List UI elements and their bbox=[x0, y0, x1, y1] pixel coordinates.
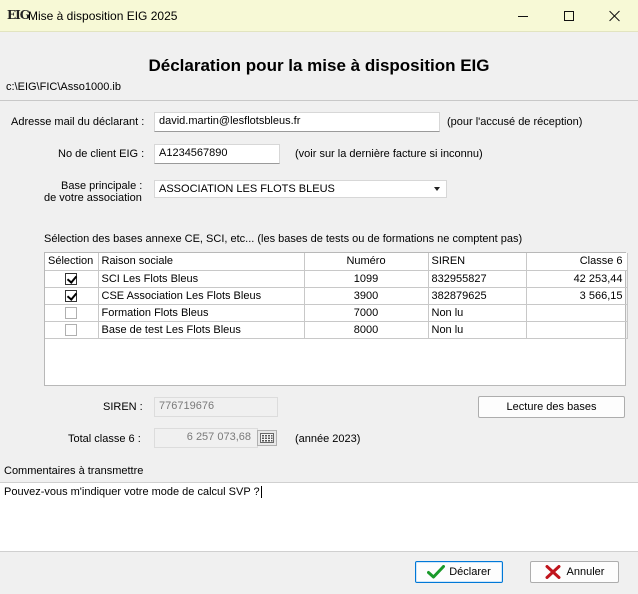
comments-label: Commentaires à transmettre bbox=[4, 465, 144, 477]
base-select[interactable]: ASSOCIATION LES FLOTS BLEUS bbox=[154, 180, 447, 198]
annex-table[interactable]: Sélection Raison sociale Numéro SIREN Cl… bbox=[44, 252, 628, 386]
siren-field: 776719676 bbox=[154, 397, 278, 417]
email-field[interactable]: david.martin@lesflotsbleus.fr bbox=[154, 112, 440, 132]
row-selection-cell[interactable] bbox=[45, 270, 99, 288]
cancel-button[interactable]: Annuler bbox=[530, 561, 619, 583]
close-icon bbox=[609, 10, 621, 22]
row-name: CSE Association Les Flots Bleus bbox=[98, 287, 305, 305]
base-select-value: ASSOCIATION LES FLOTS BLEUS bbox=[159, 183, 335, 195]
row-selection-cell[interactable] bbox=[45, 321, 99, 339]
table-row[interactable]: CSE Association Les Flots Bleus 3900 382… bbox=[45, 287, 628, 305]
header-panel: Déclaration pour la mise à disposition E… bbox=[0, 33, 638, 101]
row-name: Formation Flots Bleus bbox=[98, 304, 305, 322]
page-title: Déclaration pour la mise à disposition E… bbox=[148, 56, 490, 75]
cancel-x-icon bbox=[545, 565, 561, 579]
row-selection-cell[interactable] bbox=[45, 304, 99, 322]
declare-button[interactable]: Déclarer bbox=[415, 561, 503, 583]
window-title: Mise à disposition EIG 2025 bbox=[28, 9, 178, 23]
row-classe6 bbox=[526, 321, 628, 339]
total-field: 6 257 073,68 bbox=[154, 428, 258, 448]
row-number: 3900 bbox=[304, 287, 429, 305]
column-header-number[interactable]: Numéro bbox=[304, 253, 429, 271]
title-bar: EIG Mise à disposition EIG 2025 bbox=[0, 0, 638, 32]
row-siren: 832955827 bbox=[428, 270, 527, 288]
minimize-icon bbox=[518, 15, 528, 17]
selection-checkbox[interactable] bbox=[65, 306, 78, 319]
minimize-button[interactable] bbox=[500, 0, 546, 32]
row-number: 7000 bbox=[304, 304, 429, 322]
email-label: Adresse mail du déclarant : bbox=[11, 116, 145, 128]
maximize-button[interactable] bbox=[546, 0, 592, 32]
table-row[interactable]: SCI Les Flots Bleus 1099 832955827 42 25… bbox=[45, 270, 628, 288]
base-label-line1: Base principale : bbox=[61, 180, 143, 192]
calculator-icon bbox=[260, 433, 274, 443]
file-path: c:\EIG\FIC\Asso1000.ib bbox=[6, 81, 121, 93]
client-number-field[interactable]: A1234567890 bbox=[154, 144, 280, 164]
row-number: 8000 bbox=[304, 321, 429, 339]
selection-checkbox[interactable] bbox=[65, 289, 78, 302]
chevron-down-icon bbox=[434, 187, 440, 191]
annex-caption: Sélection des bases annexe CE, SCI, etc.… bbox=[44, 233, 523, 245]
comments-textarea[interactable]: Pouvez-vous m'indiquer votre mode de cal… bbox=[0, 482, 638, 552]
base-label-line2: de votre association bbox=[44, 192, 142, 204]
cancel-button-label: Annuler bbox=[566, 566, 605, 578]
app-logo-icon: EIG bbox=[7, 8, 30, 22]
close-button[interactable] bbox=[592, 0, 638, 32]
row-name: SCI Les Flots Bleus bbox=[98, 270, 305, 288]
calculator-button[interactable] bbox=[257, 430, 277, 446]
row-name: Base de test Les Flots Bleus bbox=[98, 321, 305, 339]
column-header-classe6[interactable]: Classe 6 bbox=[526, 253, 628, 271]
year-note: (année 2023) bbox=[295, 433, 361, 445]
total-label: Total classe 6 : bbox=[68, 433, 141, 445]
selection-checkbox[interactable] bbox=[65, 323, 78, 336]
column-header-siren[interactable]: SIREN bbox=[428, 253, 527, 271]
client-number-label: No de client EIG : bbox=[58, 148, 145, 160]
comments-text: Pouvez-vous m'indiquer votre mode de cal… bbox=[4, 486, 260, 498]
row-selection-cell[interactable] bbox=[45, 287, 99, 305]
maximize-icon bbox=[564, 11, 574, 21]
email-hint: (pour l'accusé de réception) bbox=[447, 116, 583, 128]
table-row[interactable]: Base de test Les Flots Bleus 8000 Non lu bbox=[45, 321, 628, 339]
siren-label: SIREN : bbox=[103, 401, 143, 413]
client-number-hint: (voir sur la dernière facture si inconnu… bbox=[295, 148, 483, 160]
column-header-name[interactable]: Raison sociale bbox=[98, 253, 305, 271]
selection-checkbox[interactable] bbox=[65, 272, 78, 285]
read-bases-button[interactable]: Lecture des bases bbox=[478, 396, 625, 418]
row-classe6 bbox=[526, 304, 628, 322]
row-siren: Non lu bbox=[428, 304, 527, 322]
checkmark-icon bbox=[427, 565, 446, 579]
declare-button-label: Déclarer bbox=[449, 566, 491, 578]
table-row[interactable]: Formation Flots Bleus 7000 Non lu bbox=[45, 304, 628, 322]
row-siren: Non lu bbox=[428, 321, 527, 339]
column-header-selection[interactable]: Sélection bbox=[45, 253, 99, 271]
table-header-row: Sélection Raison sociale Numéro SIREN Cl… bbox=[45, 253, 628, 271]
row-classe6: 42 253,44 bbox=[526, 270, 628, 288]
row-siren: 382879625 bbox=[428, 287, 527, 305]
text-caret bbox=[260, 486, 262, 499]
row-classe6: 3 566,15 bbox=[526, 287, 628, 305]
row-number: 1099 bbox=[304, 270, 429, 288]
